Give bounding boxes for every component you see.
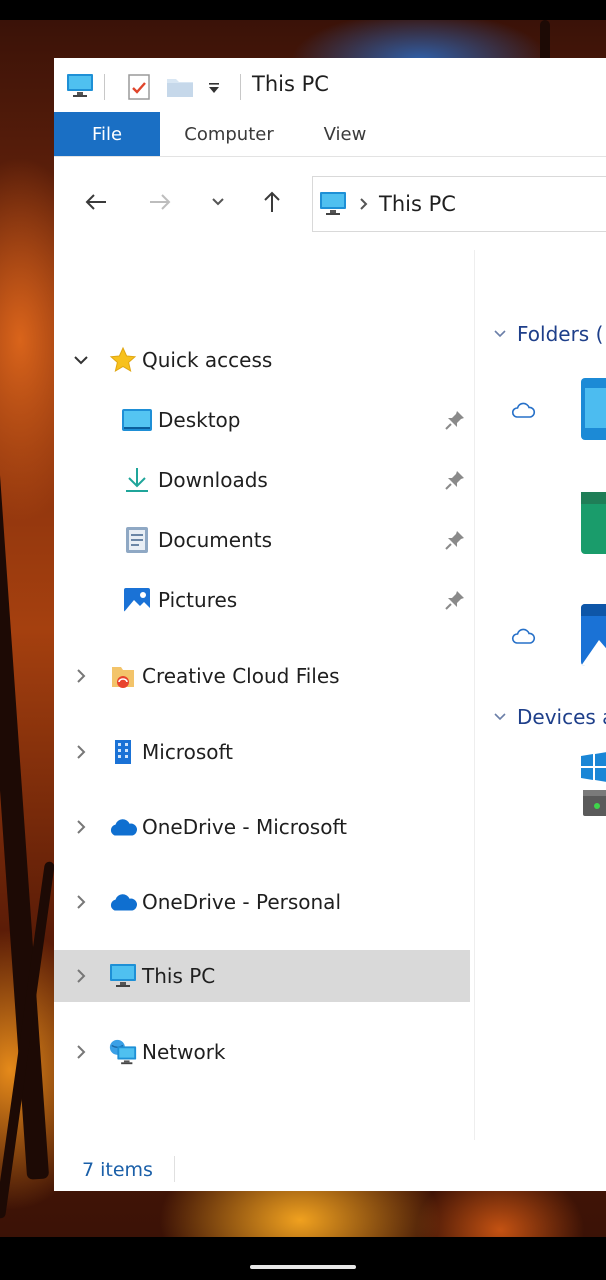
up-button[interactable] [250,180,294,224]
pin-icon[interactable] [444,409,466,431]
up-arrow-icon [264,191,280,212]
pin-icon[interactable] [444,469,466,491]
chevron-down-icon [494,330,506,338]
gesture-navigation-bar[interactable] [250,1265,356,1269]
nav-item-label: This PC [142,964,216,988]
nav-item-quick-access[interactable]: Quick access [54,334,470,386]
network-icon [108,1037,138,1067]
windows-drive-icon [581,752,606,816]
chevron-right-icon[interactable] [72,893,90,911]
chevron-right-icon[interactable] [72,667,90,685]
tab-computer[interactable]: Computer [172,112,286,156]
back-arrow-icon [85,194,106,210]
pin-icon[interactable] [444,529,466,551]
download-icon [122,465,152,495]
nav-item-this-pc[interactable]: This PC [54,950,470,1002]
nav-item-label: Microsoft [142,740,234,764]
forward-arrow-icon [150,194,171,210]
address-path[interactable]: This PC [379,192,456,216]
nav-item-desktop[interactable]: Desktop [54,394,470,446]
nav-item-microsoft[interactable]: Microsoft [54,726,470,778]
this-pc-icon[interactable] [64,72,96,100]
nav-item-documents[interactable]: Documents [54,514,470,566]
nav-item-label: Network [142,1040,226,1064]
chevron-right-icon[interactable] [72,1043,90,1061]
nav-item-label: OneDrive - Microsoft [142,815,347,839]
chevron-down-icon [212,198,224,206]
folder-tile-desktop[interactable] [581,378,606,440]
nav-item-downloads[interactable]: Downloads [54,454,470,506]
cloud-sync-icon [511,402,536,418]
tab-view[interactable]: View [310,112,380,156]
forward-button[interactable] [138,180,182,224]
chevron-down-icon [494,713,506,721]
separator [104,74,105,100]
breadcrumb-chevron-icon[interactable] [359,197,369,211]
star-icon [108,345,138,375]
nav-item-pictures[interactable]: Pictures [54,574,470,626]
pin-icon[interactable] [444,589,466,611]
nav-item-label: Quick access [142,348,273,372]
nav-item-onedrive-microsoft[interactable]: OneDrive - Microsoft [54,801,470,853]
navigation-bar: This PC [54,156,606,250]
drive-tile-windows[interactable] [579,750,606,820]
nav-item-creative-cloud-files[interactable]: Creative Cloud Files [54,650,470,702]
separator [174,1156,175,1182]
creative-cloud-icon [108,661,138,691]
chevron-right-icon[interactable] [72,818,90,836]
tab-file[interactable]: File [54,112,160,156]
nav-item-label: Downloads [158,468,268,492]
content-area: Folders ( Devices a [475,250,606,1130]
window-title: This PC [252,72,329,96]
cloud-sync-icon [511,628,536,644]
this-pc-icon [319,191,347,217]
pictures-icon [122,585,152,615]
nav-item-onedrive-personal[interactable]: OneDrive - Personal [54,876,470,928]
nav-item-network[interactable]: Network [54,1026,470,1078]
nav-item-label: Creative Cloud Files [142,664,340,688]
folder-tile-pictures[interactable] [581,604,606,666]
properties-icon[interactable] [124,72,154,102]
separator [240,74,241,100]
customize-toolbar-dropdown-icon[interactable] [204,78,224,98]
this-pc-icon [108,961,138,991]
documents-icon [122,525,152,555]
chevron-right-icon[interactable] [72,967,90,985]
recent-locations-button[interactable] [196,180,240,224]
chevron-down-icon[interactable] [72,351,90,369]
nav-item-label: Documents [158,528,273,552]
group-header-folders[interactable]: Folders ( [493,322,603,346]
onedrive-icon [108,812,138,842]
chevron-right-icon[interactable] [72,743,90,761]
status-bar: 7 items [54,1148,606,1191]
navigation-pane: Quick access Desktop Downloads Documents [54,250,472,1130]
back-button[interactable] [74,180,118,224]
group-header-devices[interactable]: Devices a [493,705,606,729]
ribbon-tabs: File Computer View [54,112,606,157]
nav-item-label: Desktop [158,408,241,432]
nav-item-label: Pictures [158,588,238,612]
folder-tile-downloads[interactable] [581,492,606,554]
desktop-folder-icon [122,405,152,435]
group-label: Folders ( [517,322,604,346]
group-label: Devices a [517,705,606,729]
nav-item-label: OneDrive - Personal [142,890,341,914]
file-explorer-window: This PC File Computer View This PC Quick… [54,58,606,1191]
address-bar[interactable]: This PC [312,176,606,232]
items-count: 7 items [82,1158,153,1181]
onedrive-icon [108,887,138,917]
new-folder-icon[interactable] [164,74,196,100]
building-icon [108,737,138,767]
title-bar: This PC [54,58,606,114]
